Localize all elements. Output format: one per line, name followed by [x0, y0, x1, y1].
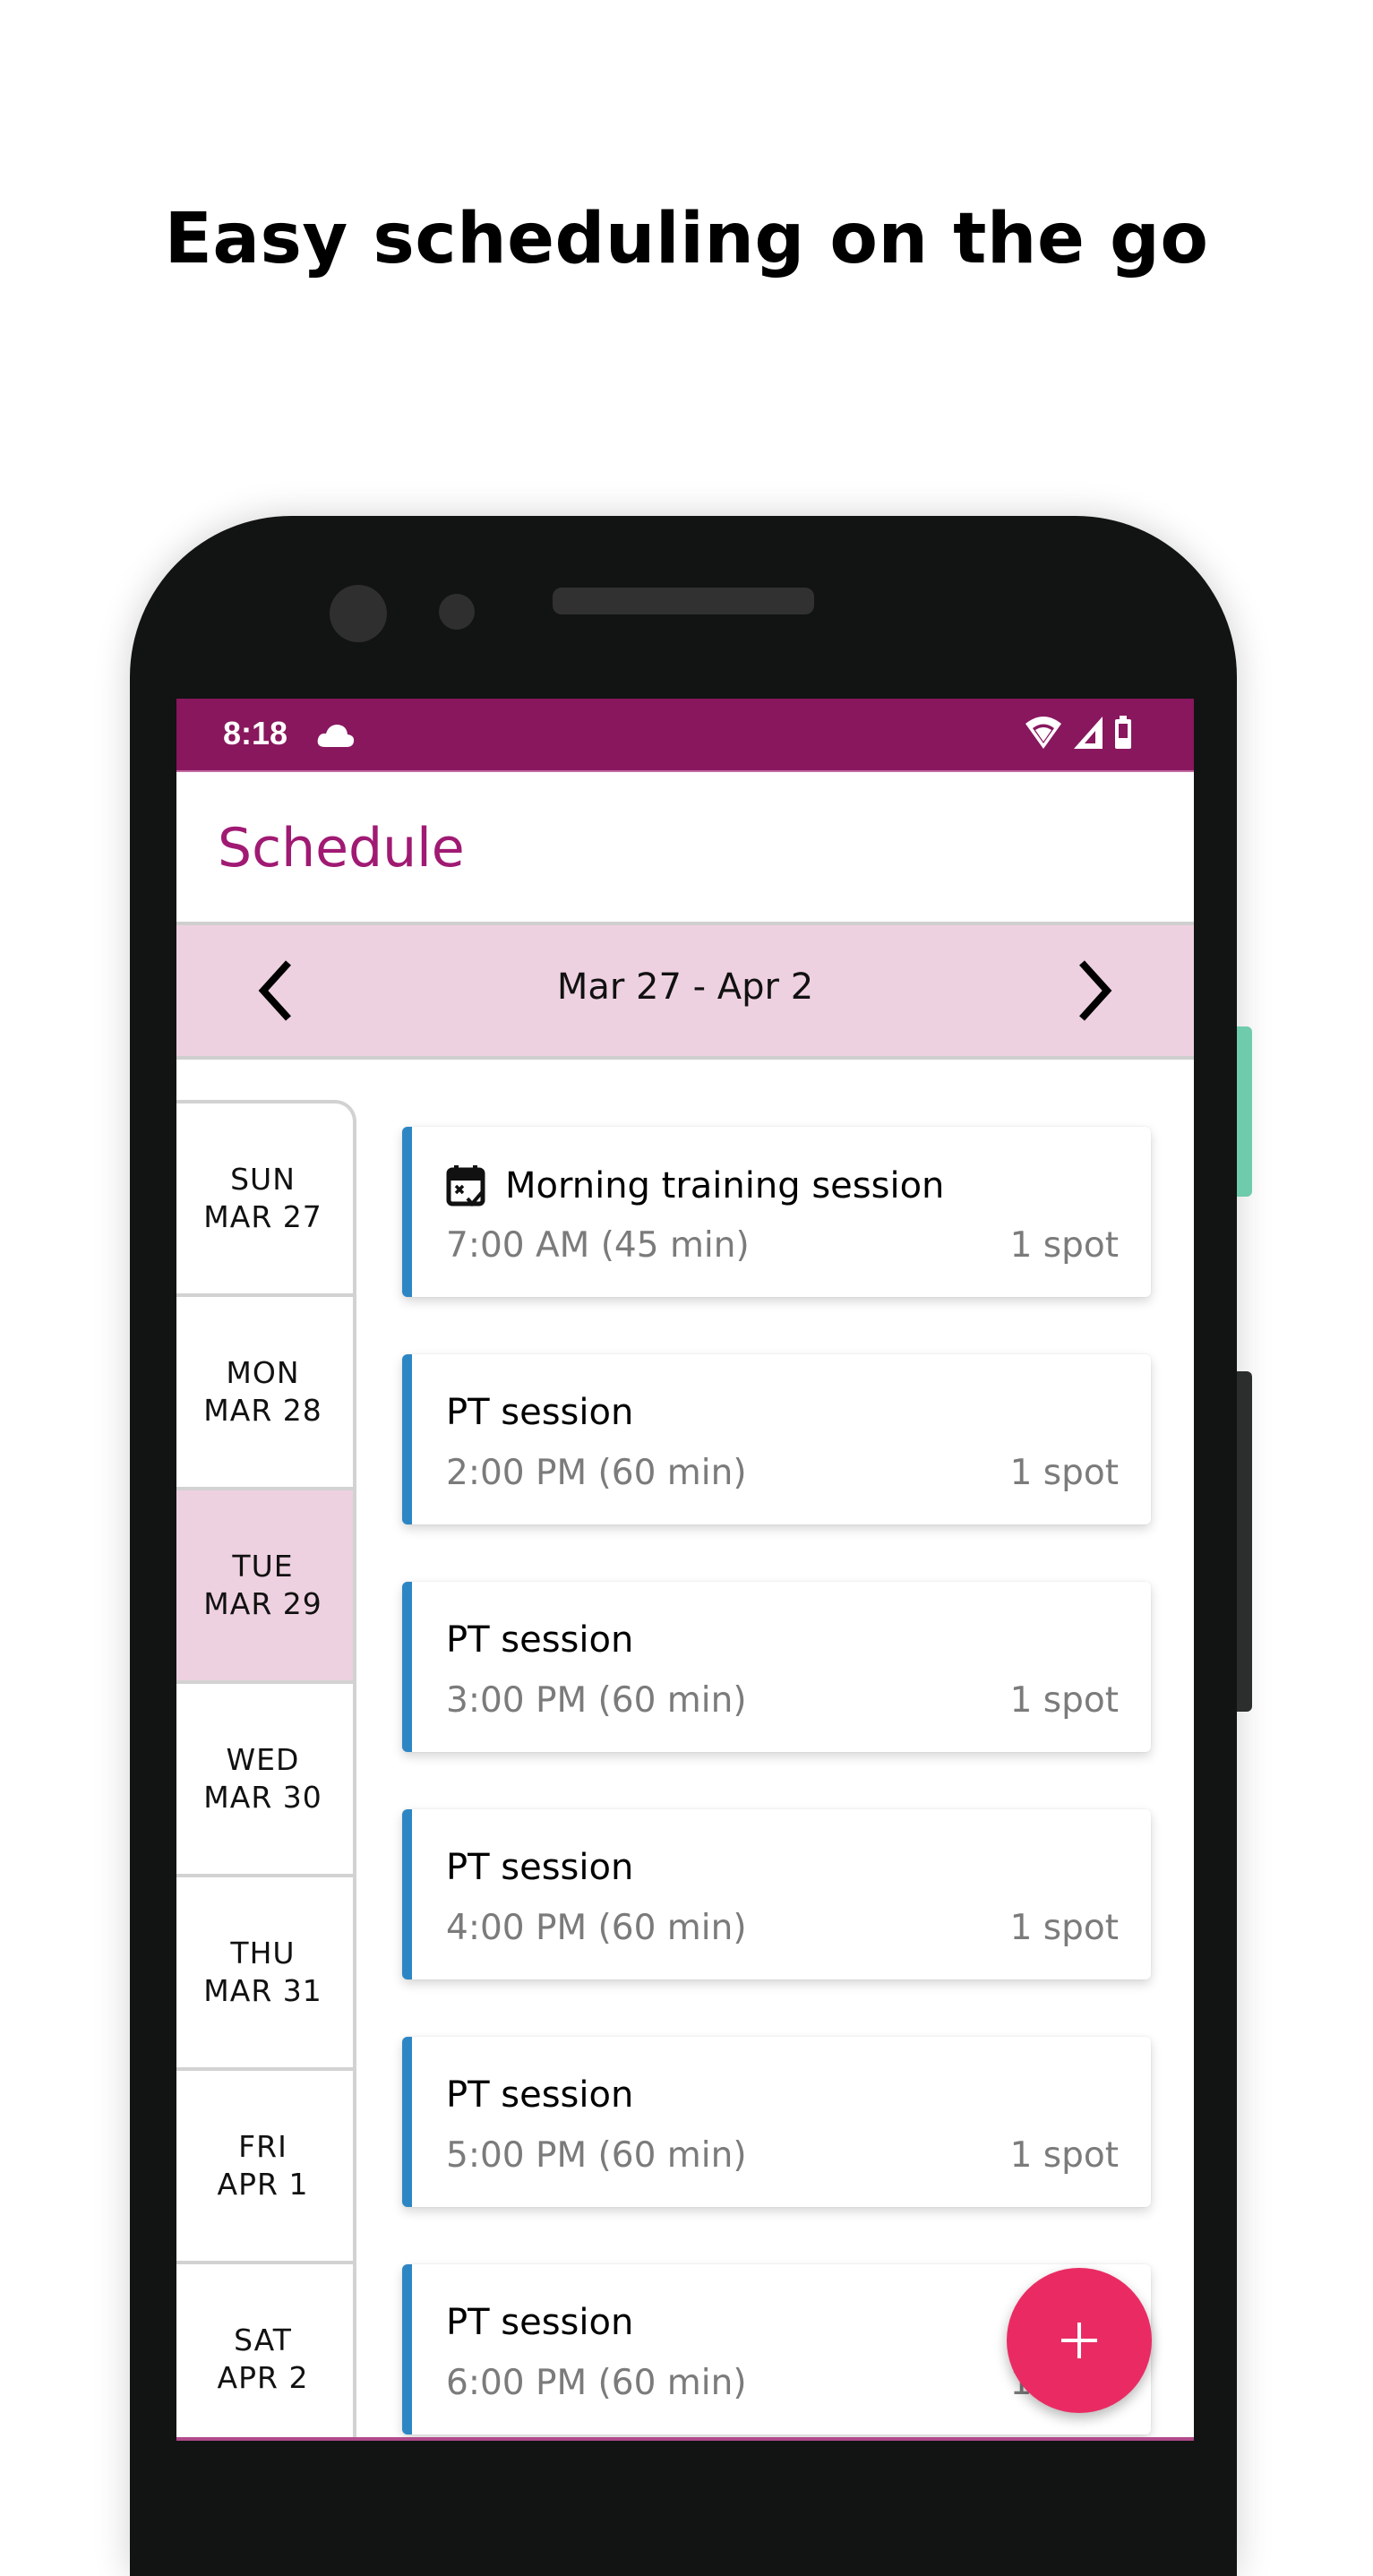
session-time: 2:00 PM (60 min) [446, 1453, 747, 1493]
bottom-accent-line [176, 2437, 1194, 2441]
app-header: Schedule [176, 772, 1194, 925]
app-screen: 8:18 Schedule Mar 27 - Apr 2 SUN MAR 27 … [176, 699, 1194, 2441]
day-date: APR 1 [217, 2167, 309, 2202]
cloud-icon [316, 722, 356, 749]
status-bar: 8:18 [176, 699, 1194, 772]
power-button [1237, 1026, 1252, 1197]
day-item-fri[interactable]: FRI APR 1 [176, 2071, 353, 2264]
day-weekday: WED [226, 1742, 300, 1777]
session-title: PT session [446, 1392, 634, 1433]
status-time: 8:18 [223, 715, 288, 751]
session-time: 3:00 PM (60 min) [446, 1680, 747, 1721]
week-navigator: Mar 27 - Apr 2 [176, 925, 1194, 1060]
earpiece-speaker [553, 588, 814, 614]
plus-icon [1061, 2323, 1097, 2358]
session-time: 4:00 PM (60 min) [446, 1908, 747, 1948]
session-spots: 1 spot [1009, 1453, 1119, 1493]
week-range-label: Mar 27 - Apr 2 [556, 966, 814, 1008]
status-icons [1024, 715, 1133, 754]
session-spots: 1 spot [1009, 1680, 1119, 1721]
day-item-mon[interactable]: MON MAR 28 [176, 1297, 353, 1490]
session-title: PT session [446, 1847, 634, 1888]
next-week-button[interactable] [1060, 952, 1131, 1029]
day-item-sun[interactable]: SUN MAR 27 [176, 1103, 353, 1297]
front-camera [330, 585, 387, 642]
calendar-check-icon [446, 1165, 485, 1207]
day-date: MAR 31 [203, 1973, 322, 2008]
add-session-button[interactable] [1007, 2268, 1152, 2413]
day-weekday: MON [226, 1355, 300, 1390]
session-title: Morning training session [505, 1165, 945, 1206]
session-title-row: Morning training session [446, 1164, 944, 1207]
session-spots: 1 spot [1009, 2135, 1119, 2176]
proximity-sensor [439, 594, 475, 630]
session-time: 7:00 AM (45 min) [446, 1225, 750, 1266]
day-date: MAR 28 [203, 1393, 322, 1428]
volume-button [1237, 1371, 1252, 1712]
day-item-wed[interactable]: WED MAR 30 [176, 1684, 353, 1877]
day-weekday: SUN [230, 1162, 296, 1197]
day-date: MAR 27 [203, 1199, 322, 1234]
session-card[interactable]: Morning training session 7:00 AM (45 min… [402, 1127, 1151, 1297]
page-title: Schedule [218, 817, 465, 880]
session-card[interactable]: PT session 4:00 PM (60 min) 1 spot [402, 1809, 1151, 1979]
day-selector: SUN MAR 27 MON MAR 28 TUE MAR 29 WED MAR… [176, 1100, 356, 2441]
session-time: 5:00 PM (60 min) [446, 2135, 747, 2176]
day-date: APR 2 [217, 2360, 309, 2395]
day-weekday: TUE [232, 1549, 294, 1584]
session-spots: 1 spot [1009, 1225, 1119, 1266]
marketing-headline: Easy scheduling on the go [164, 199, 1209, 279]
day-item-thu[interactable]: THU MAR 31 [176, 1877, 353, 2071]
session-card[interactable]: PT session 2:00 PM (60 min) 1 spot [402, 1354, 1151, 1524]
day-weekday: FRI [238, 2129, 287, 2164]
day-weekday: THU [230, 1936, 296, 1971]
day-date: MAR 30 [203, 1780, 322, 1815]
session-spots: 1 spot [1009, 1908, 1119, 1948]
battery-icon [1113, 715, 1133, 755]
session-card[interactable]: PT session 5:00 PM (60 min) 1 spot [402, 2037, 1151, 2207]
chevron-right-icon [1079, 960, 1112, 1021]
day-weekday: SAT [234, 2323, 292, 2357]
session-title: PT session [446, 2074, 634, 2116]
day-date: MAR 29 [203, 1586, 322, 1621]
session-title: PT session [446, 1619, 634, 1661]
day-item-tue[interactable]: TUE MAR 29 [176, 1490, 353, 1684]
cell-signal-icon [1072, 715, 1104, 755]
session-card[interactable]: PT session 3:00 PM (60 min) 1 spot [402, 1582, 1151, 1752]
wifi-icon [1024, 715, 1063, 755]
session-title: PT session [446, 2302, 634, 2343]
day-item-sat[interactable]: SAT APR 2 [176, 2264, 353, 2441]
session-time: 6:00 PM (60 min) [446, 2363, 747, 2403]
